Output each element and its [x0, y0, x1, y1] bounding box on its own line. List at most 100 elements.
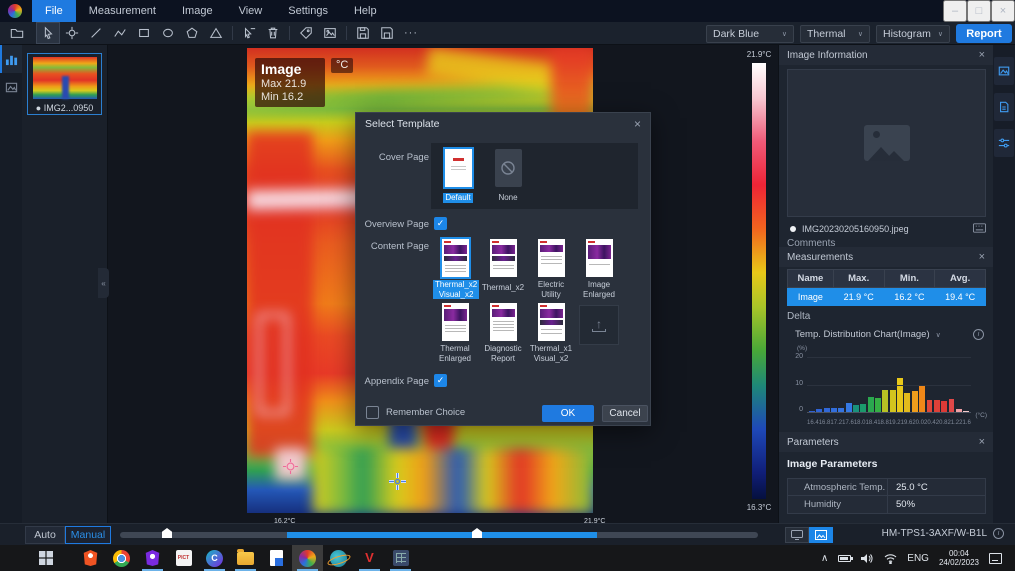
remember-checkbox[interactable]: ✓ [366, 406, 379, 419]
taskbar-app-pict[interactable]: PICT [168, 545, 199, 571]
monitor-icon [791, 530, 803, 540]
temperature-slider-track[interactable] [120, 532, 758, 538]
menu-measurement[interactable]: Measurement [76, 0, 169, 22]
taskbar-app-canva[interactable]: C [199, 545, 230, 571]
polygon-tool-button[interactable] [181, 23, 203, 43]
line-tool-button[interactable] [85, 23, 107, 43]
mode-dropdown[interactable]: Thermal ∨ [800, 25, 870, 43]
content-option-2[interactable]: Thermal_x2 [481, 239, 525, 295]
cover-option-none[interactable]: None [486, 149, 530, 205]
histogram-bar [912, 391, 918, 412]
import-template-button[interactable]: ↑ [579, 305, 619, 345]
tab-text-notes[interactable] [994, 93, 1014, 121]
ok-button[interactable]: OK [542, 405, 594, 422]
slider-handle-high[interactable] [472, 528, 482, 538]
save-as-button[interactable] [376, 23, 398, 43]
menu-file[interactable]: File [32, 0, 76, 22]
overview-checkbox[interactable]: ✓ [434, 217, 447, 230]
battery-icon[interactable] [838, 555, 851, 562]
video-view-toggle[interactable] [785, 527, 809, 543]
taskbar-app-document[interactable] [261, 545, 292, 571]
info-icon[interactable]: i [973, 329, 984, 340]
x-tick-label: 21.6 [959, 420, 971, 426]
mode-value: Thermal [807, 28, 846, 40]
thumbnail-item[interactable]: ● IMG2...0950 [27, 53, 102, 115]
cancel-button[interactable]: Cancel [602, 405, 648, 422]
close-icon[interactable]: × [979, 49, 985, 61]
close-icon[interactable]: × [634, 117, 641, 131]
report-button[interactable]: Report [956, 24, 1012, 43]
menu-view[interactable]: View [226, 0, 276, 22]
save-button[interactable] [352, 23, 374, 43]
auto-scale-button[interactable]: Auto [25, 526, 65, 544]
manual-scale-button[interactable]: Manual [65, 526, 111, 544]
panel-collapse-handle[interactable]: « [98, 268, 109, 298]
volume-icon[interactable] [861, 553, 874, 564]
polyline-tool-button[interactable] [109, 23, 131, 43]
spot-marker-2[interactable] [389, 473, 406, 490]
taskbar-app-planet[interactable] [323, 545, 354, 571]
select-tool-button[interactable] [37, 23, 59, 43]
menu-image[interactable]: Image [169, 0, 226, 22]
spot-tool-button[interactable] [61, 23, 83, 43]
slider-handle-low[interactable] [162, 528, 172, 538]
taskbar-app-brave[interactable] [75, 545, 106, 571]
ellipse-tool-button[interactable] [157, 23, 179, 43]
taskbar-app-calculator[interactable] [385, 545, 416, 571]
rectangle-tool-button[interactable] [133, 23, 155, 43]
chevron-down-icon: ∨ [936, 331, 941, 339]
menu-help[interactable]: Help [341, 0, 390, 22]
param-value[interactable]: 25.0 °C [888, 479, 985, 495]
param-value[interactable]: 50% [888, 496, 985, 513]
taskbar-app-chrome[interactable] [106, 545, 137, 571]
content-option-1[interactable]: Thermal_x2 Visual_x2 [433, 239, 477, 302]
content-option-3[interactable]: Electric Utility [529, 239, 573, 302]
table-row[interactable]: Atmospheric Temp. 25.0 °C [788, 479, 985, 496]
export-image-button[interactable] [319, 23, 341, 43]
menu-settings[interactable]: Settings [275, 0, 341, 22]
table-row[interactable]: Humidity 50% [788, 496, 985, 513]
palette-dropdown[interactable]: Dark Blue ∨ [706, 25, 794, 43]
minimize-button[interactable]: – [943, 0, 967, 22]
more-tools-button[interactable]: ··· [400, 23, 422, 43]
content-option-4[interactable]: Image Enlarged [577, 239, 621, 302]
table-row[interactable]: Image 21.9 °C 16.2 °C 19.4 °C [788, 288, 986, 306]
close-button[interactable]: × [991, 0, 1015, 22]
view-dropdown[interactable]: Histogram ∨ [876, 25, 950, 43]
rename-icon[interactable] [973, 220, 986, 238]
start-button[interactable] [30, 545, 61, 571]
taskbar-app-thermal-studio[interactable] [292, 545, 323, 571]
filename-row[interactable]: IMG20230205160950.jpeg [787, 222, 986, 236]
tray-expand-chevron[interactable]: ∧ [821, 553, 828, 564]
image-view-toggle[interactable] [809, 527, 833, 543]
tab-gallery[interactable] [0, 73, 22, 101]
wifi-icon[interactable] [884, 553, 897, 564]
tab-image-info[interactable] [994, 57, 1014, 85]
action-center-icon[interactable] [989, 553, 1002, 564]
clock[interactable]: 00:04 24/02/2023 [939, 549, 979, 567]
taskbar-app-brave-beta[interactable] [137, 545, 168, 571]
triangle-tool-button[interactable] [205, 23, 227, 43]
appendix-checkbox[interactable]: ✓ [434, 374, 447, 387]
language-indicator[interactable]: ENG [907, 553, 929, 564]
open-folder-button[interactable] [6, 23, 28, 43]
content-option-6[interactable]: Diagnostic Report [481, 303, 525, 366]
chart-selector[interactable]: Temp. Distribution Chart(Image) ∨ i [795, 329, 986, 340]
tab-parameters[interactable] [994, 129, 1014, 157]
spot-marker-1[interactable] [283, 459, 298, 474]
deselect-tool-button[interactable] [238, 23, 260, 43]
close-icon[interactable]: × [979, 436, 985, 448]
cover-option-default[interactable]: Default [436, 149, 480, 205]
close-icon[interactable]: × [979, 251, 985, 263]
content-option-7[interactable]: Thermal_x1 Visual_x2 [529, 303, 573, 366]
delete-button[interactable] [262, 23, 284, 43]
content-option-5[interactable]: Thermal Enlarged [433, 303, 477, 366]
info-icon[interactable]: i [993, 528, 1004, 539]
tag-button[interactable] [295, 23, 317, 43]
taskbar-app-wps[interactable]: V [354, 545, 385, 571]
maximize-button[interactable]: □ [967, 0, 991, 22]
taskbar-app-file-explorer[interactable] [230, 545, 261, 571]
colorbar-min-label: 16.3°C [737, 503, 781, 512]
delta-label: Delta [787, 311, 810, 322]
tab-analysis[interactable] [0, 45, 22, 73]
